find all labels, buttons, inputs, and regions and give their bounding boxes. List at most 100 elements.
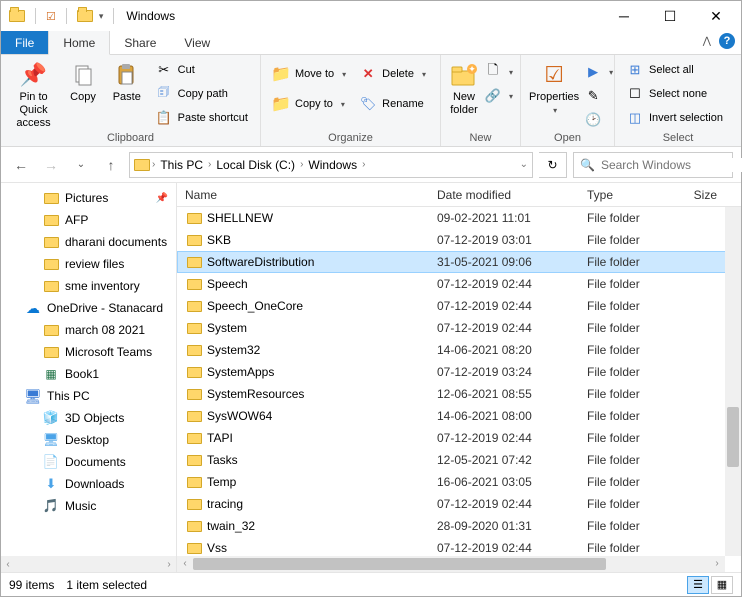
chevron-right-icon[interactable]: › (152, 159, 155, 170)
table-row[interactable]: tracing07-12-2019 02:44File folder (177, 493, 741, 515)
horizontal-scrollbar[interactable]: ‹ › (177, 556, 725, 572)
copy-to-button[interactable]: 📁Copy to▾ (269, 93, 350, 115)
sidebar-item[interactable]: review files (1, 253, 176, 275)
properties-button[interactable]: ☑ Properties ▾ (529, 59, 579, 116)
column-header-name[interactable]: Name (185, 188, 437, 202)
sidebar-item[interactable]: AFP (1, 209, 176, 231)
table-row[interactable]: SystemResources12-06-2021 08:55File fold… (177, 383, 741, 405)
select-all-button[interactable]: ⊞Select all (623, 59, 727, 81)
refresh-button[interactable]: ↻ (539, 152, 567, 178)
edit-button[interactable]: ✎ (585, 85, 613, 107)
table-row[interactable]: Speech_OneCore07-12-2019 02:44File folde… (177, 295, 741, 317)
table-row[interactable]: twain_3228-09-2020 01:31File folder (177, 515, 741, 537)
table-row[interactable]: SoftwareDistribution31-05-2021 09:06File… (177, 251, 741, 273)
cut-button[interactable]: ✂Cut (152, 59, 252, 81)
table-row[interactable]: SHELLNEW09-02-2021 11:01File folder (177, 207, 741, 229)
address-bar[interactable]: › This PC › Local Disk (C:) › Windows › … (129, 152, 533, 178)
close-button[interactable]: ✕ (693, 1, 739, 31)
up-button[interactable]: ↑ (99, 153, 123, 177)
navigation-pane[interactable]: Pictures📌 AFP dharani documentsreview file… (1, 183, 177, 572)
sidebar-item[interactable]: ▦Book1 (1, 363, 176, 385)
rename-button[interactable]: 🏷Rename (356, 93, 430, 115)
open-button[interactable]: ▶▾ (585, 61, 613, 83)
sidebar-item[interactable]: dharani documents (1, 231, 176, 253)
sidebar-item[interactable]: ⬇Downloads (1, 473, 176, 495)
paste-shortcut-button[interactable]: 📋Paste shortcut (152, 107, 252, 129)
breadcrumb-windows[interactable]: Windows (305, 158, 360, 172)
table-row[interactable]: Temp16-06-2021 03:05File folder (177, 471, 741, 493)
paste-button[interactable]: Paste (108, 59, 146, 104)
breadcrumb-this-pc[interactable]: This PC (157, 158, 206, 172)
tree-label: AFP (65, 213, 88, 227)
maximize-button[interactable]: ☐ (647, 1, 693, 31)
scissors-icon: ✂ (156, 62, 172, 78)
back-button[interactable]: ← (9, 153, 33, 177)
pin-to-quick-access-button[interactable]: 📌 Pin to Quick access (9, 59, 58, 131)
sidebar-item[interactable]: sme inventory (1, 275, 176, 297)
minimize-button[interactable]: ─ (601, 1, 647, 31)
column-header-date[interactable]: Date modified (437, 188, 587, 202)
scroll-left-icon[interactable]: ‹ (1, 559, 15, 570)
qat-dropdown-icon[interactable]: ▾ (99, 11, 104, 22)
invert-selection-button[interactable]: ◫Invert selection (623, 107, 727, 129)
chevron-right-icon[interactable]: › (362, 159, 365, 170)
chevron-right-icon[interactable]: › (208, 159, 211, 170)
easy-access-button[interactable]: 🔗▾ (485, 85, 513, 107)
tree-icon (43, 322, 59, 338)
recent-locations-button[interactable]: ⌄ (69, 153, 93, 177)
details-view-button[interactable]: ☰ (687, 576, 709, 594)
scrollbar-thumb[interactable] (193, 558, 606, 570)
table-row[interactable]: Tasks12-05-2021 07:42File folder (177, 449, 741, 471)
file-name: Temp (207, 475, 437, 489)
tab-share[interactable]: Share (110, 31, 170, 54)
tab-home[interactable]: Home (48, 31, 110, 55)
table-row[interactable]: TAPI07-12-2019 02:44File folder (177, 427, 741, 449)
new-item-button[interactable]: 🗋▾ (485, 61, 513, 83)
sidebar-item[interactable]: 🖥This PC (1, 385, 176, 407)
table-row[interactable]: System07-12-2019 02:44File folder (177, 317, 741, 339)
delete-button[interactable]: ✕Delete▾ (356, 63, 430, 85)
new-folder-button[interactable]: ✦ New folder (449, 59, 479, 117)
vertical-scrollbar[interactable] (725, 207, 741, 556)
table-row[interactable]: Speech07-12-2019 02:44File folder (177, 273, 741, 295)
breadcrumb-local-disk[interactable]: Local Disk (C:) (213, 158, 298, 172)
history-button[interactable]: 🕑 (585, 109, 613, 131)
column-header-type[interactable]: Type (587, 188, 677, 202)
scrollbar-thumb[interactable] (727, 407, 739, 467)
sidebar-item[interactable]: 📄Documents (1, 451, 176, 473)
dropdown-icon: ▾ (509, 68, 513, 77)
sidebar-item[interactable]: march 08 2021 (1, 319, 176, 341)
thumbnails-view-button[interactable]: ▦ (711, 576, 733, 594)
folder-icon (134, 159, 150, 171)
scroll-left-icon[interactable]: ‹ (177, 556, 193, 572)
move-to-button[interactable]: 📁Move to▾ (269, 63, 350, 85)
sidebar-item[interactable]: Pictures📌 (1, 187, 176, 209)
scroll-right-icon[interactable]: › (162, 559, 176, 570)
properties-qat-icon[interactable]: ☑ (46, 10, 56, 23)
folder-icon[interactable] (77, 10, 93, 22)
tab-file[interactable]: File (1, 31, 48, 54)
copy-path-button[interactable]: 🗊Copy path (152, 83, 252, 105)
sidebar-item[interactable]: 🖥Desktop (1, 429, 176, 451)
forward-button[interactable]: → (39, 153, 63, 177)
scroll-right-icon[interactable]: › (709, 556, 725, 572)
help-icon[interactable]: ? (719, 33, 735, 49)
table-row[interactable]: SysWOW6414-06-2021 08:00File folder (177, 405, 741, 427)
table-row[interactable]: System3214-06-2021 08:20File folder (177, 339, 741, 361)
column-header-size[interactable]: Size (677, 188, 741, 202)
address-dropdown-icon[interactable]: ⌄ (520, 159, 528, 170)
collapse-ribbon-icon[interactable]: ⋀ (703, 36, 711, 47)
table-row[interactable]: SystemApps07-12-2019 03:24File folder (177, 361, 741, 383)
copy-button[interactable]: Copy (64, 59, 102, 104)
table-row[interactable]: SKB07-12-2019 03:01File folder (177, 229, 741, 251)
chevron-right-icon[interactable]: › (300, 159, 303, 170)
sidebar-item[interactable]: ☁OneDrive - Stanacard (1, 297, 176, 319)
sidebar-scrollbar[interactable]: ‹ › (1, 556, 176, 572)
search-input[interactable] (601, 158, 742, 172)
search-box[interactable]: 🔍 (573, 152, 733, 178)
sidebar-item[interactable]: Microsoft Teams (1, 341, 176, 363)
sidebar-item[interactable]: 🎵Music (1, 495, 176, 517)
tab-view[interactable]: View (170, 31, 224, 54)
sidebar-item[interactable]: 🧊3D Objects (1, 407, 176, 429)
select-none-button[interactable]: ☐Select none (623, 83, 727, 105)
